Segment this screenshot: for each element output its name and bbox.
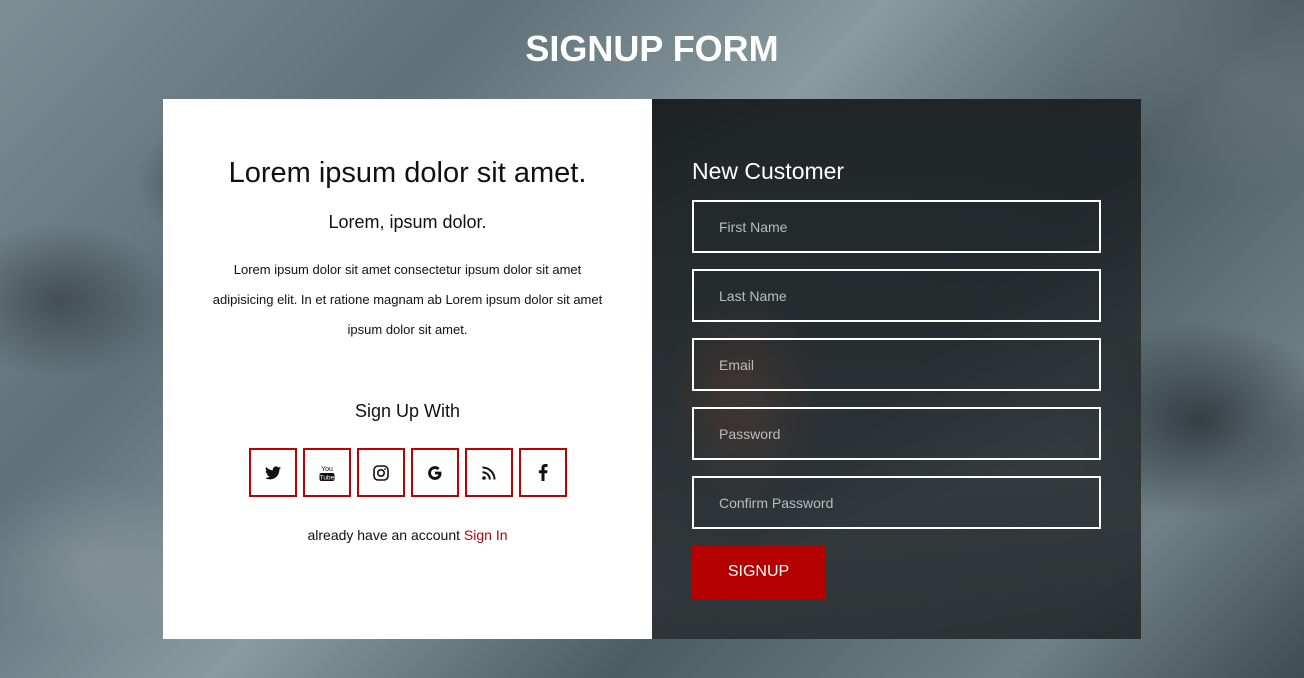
signup-button[interactable]: SIGNUP	[692, 545, 825, 599]
info-subheading: Lorem, ipsum dolor.	[328, 212, 487, 232]
twitter-icon	[264, 465, 281, 479]
signup-form-panel: New Customer SIGNUP	[652, 99, 1141, 639]
facebook-icon	[538, 464, 548, 481]
youtube-button[interactable]: You Tube	[302, 448, 351, 497]
first-name-input[interactable]	[692, 200, 1101, 253]
password-input[interactable]	[692, 407, 1101, 460]
facebook-button[interactable]	[518, 448, 567, 497]
last-name-input[interactable]	[692, 269, 1101, 322]
confirm-password-input[interactable]	[692, 476, 1101, 529]
twitter-button[interactable]	[248, 448, 297, 497]
info-heading: Lorem ipsum dolor sit amet.	[228, 157, 587, 189]
account-text: already have an account	[307, 527, 461, 543]
info-panel: Lorem ipsum dolor sit amet. Lorem, ipsum…	[163, 99, 652, 639]
sign-in-link[interactable]: Sign In	[464, 527, 508, 543]
email-input[interactable]	[692, 338, 1101, 391]
form-title: New Customer	[692, 158, 845, 184]
svg-text:Tube: Tube	[319, 474, 334, 481]
rss-button[interactable]	[464, 448, 513, 497]
signup-with-label: Sign Up With	[354, 401, 461, 421]
youtube-icon: You Tube	[319, 466, 334, 481]
page-title: SIGNUP FORM	[525, 28, 779, 69]
google-icon	[427, 465, 441, 480]
instagram-icon	[372, 464, 389, 481]
info-body: Lorem ipsum dolor sit amet consectetur i…	[212, 262, 603, 337]
svg-text:You: You	[321, 466, 333, 473]
instagram-button[interactable]	[356, 448, 405, 497]
rss-icon	[481, 466, 495, 480]
google-button[interactable]	[410, 448, 459, 497]
account-line: already have an account Sign In	[163, 527, 652, 543]
social-buttons: You Tube	[163, 448, 652, 497]
